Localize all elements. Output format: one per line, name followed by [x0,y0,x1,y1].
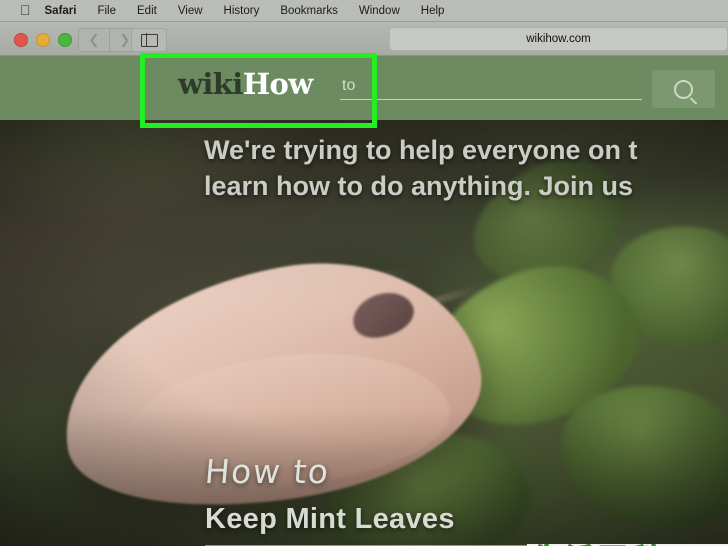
chevron-left-icon: ❮ [88,32,100,47]
menu-item-file[interactable]: File [97,5,116,17]
menu-item-view[interactable]: View [178,5,203,17]
search-input[interactable] [340,74,642,100]
macos-menu-bar:  Safari File Edit View History Bookmark… [0,0,728,22]
menu-item-edit[interactable]: Edit [137,5,157,17]
close-button[interactable] [14,33,28,47]
search-icon [674,79,693,99]
hero-line-2: learn how to do anything. Join us [204,171,634,201]
search-field-wrapper [340,74,642,104]
logo-wiki-text: wiki [178,67,243,101]
site-header: wikiHow [0,56,728,120]
sidebar-toggle-button[interactable] [131,28,167,52]
address-bar-text: wikihow.com [526,33,591,45]
article-kicker: How to [203,452,332,491]
hero-line-1: We're trying to help everyone on t [204,135,638,165]
search-button[interactable] [652,70,715,108]
window-controls [14,33,72,47]
chevron-right-icon: ❯ [119,32,131,47]
logo-how-text: How [242,67,314,101]
maximize-button[interactable] [58,33,72,47]
safari-window:  Safari File Edit View History Bookmark… [0,0,728,546]
featured-article-title[interactable]: How to Keep Mint Leaves [203,452,725,546]
article-name: Keep Mint Leaves [205,503,455,535]
apple-logo-icon[interactable]:  [20,3,31,17]
menu-item-history[interactable]: History [224,5,260,17]
menu-item-help[interactable]: Help [421,5,445,17]
browser-toolbar: ❮ ❯ wikihow.com [0,22,728,56]
address-bar[interactable]: wikihow.com [389,27,728,51]
menu-item-bookmarks[interactable]: Bookmarks [280,5,338,17]
minimize-button[interactable] [36,33,50,47]
page-viewport: wikiHow We're trying to help everyone on… [0,56,728,546]
wikihow-logo[interactable]: wikiHow [178,70,313,99]
menu-item-safari[interactable]: Safari [45,5,77,17]
back-button[interactable]: ❮ [78,28,110,52]
menu-item-window[interactable]: Window [359,5,400,17]
sidebar-toggle-icon [140,33,158,47]
hero-tagline: We're trying to help everyone on t learn… [204,132,728,204]
